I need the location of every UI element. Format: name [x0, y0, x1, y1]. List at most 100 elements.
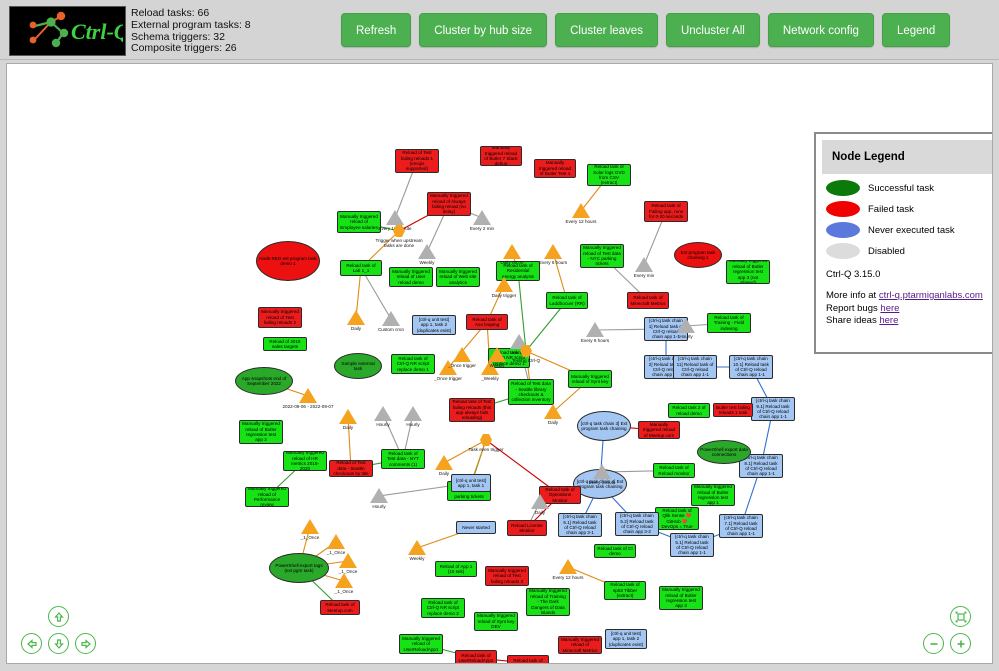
graph-node[interactable]: [ctrl-q unit test] app 1, task 1: [451, 474, 491, 492]
cluster-leaves-button[interactable]: Cluster leaves: [555, 13, 658, 47]
graph-node[interactable]: Manually triggered reload of Butler regr…: [659, 586, 703, 610]
graph-trigger[interactable]: [374, 406, 392, 421]
zoom-in-button[interactable]: [950, 633, 971, 654]
graph-node[interactable]: Manually triggered reload of Minecraft M…: [558, 636, 602, 654]
graph-trigger[interactable]: [347, 310, 365, 325]
graph-node[interactable]: Reload of 2016 sales targets: [263, 337, 307, 351]
graph-node[interactable]: Reload task of Qlik Sense ❤️ GitHub ❤️ D…: [655, 507, 699, 530]
pan-up-button[interactable]: [48, 606, 69, 627]
zoom-out-button[interactable]: [923, 633, 944, 654]
graph-node[interactable]: Sample external task: [334, 353, 382, 379]
graph-node[interactable]: Reload task 2 of reload demo: [668, 403, 710, 418]
graph-node[interactable]: Manually triggered reload of Butler regr…: [691, 484, 735, 506]
graph-node[interactable]: Manually triggered reload of Performance…: [245, 487, 289, 507]
graph-trigger[interactable]: [593, 464, 611, 479]
legend-button[interactable]: Legend: [881, 13, 951, 47]
graph-node[interactable]: [ctrl-q task chain 5.1] Reload task of C…: [670, 533, 714, 557]
graph-trigger[interactable]: [339, 553, 357, 568]
graph-node[interactable]: Manually triggered reload of Butler regr…: [726, 260, 770, 284]
more-info-link[interactable]: ctrl-q.ptarmiganlabs.com: [879, 290, 983, 301]
graph-trigger[interactable]: [339, 409, 357, 424]
graph-node[interactable]: [ctrl-q task chain 5.1] Reload task of C…: [558, 513, 602, 537]
uncluster-all-button[interactable]: Uncluster All: [665, 13, 760, 47]
graph-node[interactable]: Reload task of Training - Field indexing: [707, 313, 751, 333]
graph-node[interactable]: Manually triggered reload of Test failin…: [258, 307, 302, 328]
graph-node[interactable]: Butler test failing reloads 1 task: [713, 403, 753, 417]
graph-node[interactable]: Manually triggered reload of UserReloadA…: [399, 634, 443, 654]
network-config-button[interactable]: Network config: [767, 13, 874, 47]
graph-trigger[interactable]: [635, 257, 653, 272]
graph-node[interactable]: [ctrl-q task chain 9.1] Reload task of C…: [751, 397, 795, 421]
graph-node[interactable]: Reload task of Laddbocuer (RR): [546, 292, 588, 309]
graph-node[interactable]: App snapshots end of September 2022: [235, 367, 293, 395]
graph-node[interactable]: Reload task of Meetup.com: [320, 600, 360, 615]
graph-node[interactable]: PowerShell export tags (ext pgm task): [269, 553, 329, 583]
graph-trigger[interactable]: [453, 347, 471, 362]
graph-node[interactable]: Reload task of sp53 Tibber (extract): [604, 581, 646, 600]
graph-trigger[interactable]: [435, 455, 453, 470]
graph-node[interactable]: Reload task of Test data - NYT comments …: [381, 449, 425, 469]
graph-node[interactable]: Reload task of Aoo leaping: [466, 314, 508, 330]
graph-node[interactable]: Reload task of Reload monitor: [653, 463, 695, 478]
graph-node[interactable]: Manually triggered reload of HR metrics …: [283, 451, 327, 471]
graph-trigger[interactable]: [495, 277, 513, 292]
graph-trigger[interactable]: [544, 244, 562, 259]
graph-node[interactable]: Manually triggered reload of Training - …: [526, 588, 570, 616]
pan-down-button[interactable]: [48, 633, 69, 654]
graph-node[interactable]: Manually triggered reload of User reload…: [389, 267, 433, 287]
graph-node[interactable]: Manually triggered reload of Synt key DE…: [474, 612, 518, 631]
graph-node[interactable]: Reload task of CI demo: [594, 544, 636, 558]
graph-node[interactable]: Reload of App 1 (10 sek): [435, 561, 477, 577]
graph-node[interactable]: Manually triggered reload of Meetup.com: [638, 421, 680, 439]
graph-node[interactable]: Manually triggered reload of Butler 7 Sl…: [480, 146, 522, 166]
graph-node[interactable]: Reload task of UserReloadApp2: [455, 650, 497, 663]
graph-node[interactable]: Ext program task chaining 1: [674, 242, 722, 268]
graph-trigger[interactable]: [404, 406, 422, 421]
graph-node[interactable]: [ctrl-q task chain 7.1] Reload task of C…: [719, 514, 763, 538]
graph-node[interactable]: Manually triggered reload of Butler Test…: [534, 159, 576, 178]
graph-node[interactable]: Never started: [456, 521, 496, 534]
graph-node[interactable]: [ctrl-q task chain 10.1] Reload task of …: [729, 355, 773, 379]
graph-trigger[interactable]: [370, 488, 388, 503]
graph-trigger[interactable]: [473, 210, 491, 225]
cluster-by-hub-size-button[interactable]: Cluster by hub size: [419, 13, 548, 47]
pan-left-button[interactable]: [21, 633, 42, 654]
graph-trigger[interactable]: [544, 404, 562, 419]
graph-node[interactable]: Manually triggered reload of Synt key: [568, 370, 612, 388]
graph-node[interactable]: Reload of Test data - Seattle checkouts …: [329, 460, 373, 477]
graph-node[interactable]: [ctrl-q task chain 11] Reload task of Ct…: [673, 355, 717, 379]
graph-trigger[interactable]: [677, 318, 695, 333]
graph-node[interactable]: Manually triggered reload of Butler regr…: [239, 420, 283, 444]
graph-trigger[interactable]: [327, 534, 345, 549]
graph-trigger[interactable]: [382, 311, 400, 326]
report-bugs-link[interactable]: here: [880, 303, 899, 314]
graph-node[interactable]: Node RED ext program task demo 1: [256, 241, 320, 281]
graph-trigger[interactable]: [408, 540, 426, 555]
refresh-button[interactable]: Refresh: [341, 13, 412, 47]
network-canvas[interactable]: Reload of Test failing reloads 1 (emojis…: [6, 63, 993, 664]
graph-node[interactable]: [ctrl-q task chain 3] Ext program task c…: [577, 411, 631, 441]
graph-node[interactable]: Manually triggered reload of Web site an…: [436, 267, 480, 287]
pan-right-button[interactable]: [75, 633, 96, 654]
fit-to-screen-button[interactable]: [950, 606, 971, 627]
graph-node[interactable]: Reload task of UserReloadApp3: [507, 655, 549, 663]
graph-node[interactable]: Reload License Monitor: [507, 520, 547, 536]
graph-node[interactable]: Reload of Test data - Seattle library ch…: [508, 379, 554, 405]
graph-node[interactable]: PowerShell export data connections: [697, 440, 751, 464]
graph-node[interactable]: [ctrl-q unit test] app 1, task 2 (duplic…: [605, 629, 647, 649]
graph-node[interactable]: [ctrl-q unit test] app 1, task 2 (duplic…: [412, 315, 456, 335]
graph-node[interactable]: Manually triggered reload of Always fail…: [427, 192, 471, 216]
graph-trigger[interactable]: [586, 322, 604, 337]
graph-node[interactable]: Reload task of Solar logs GVD from CSV (…: [587, 164, 631, 186]
graph-trigger[interactable]: [531, 494, 549, 509]
graph-trigger[interactable]: [301, 519, 319, 534]
graph-node[interactable]: Reload task of Lab 1_1: [340, 260, 382, 276]
graph-node[interactable]: Manually triggered reload of Test data -…: [580, 244, 624, 268]
graph-trigger[interactable]: [572, 203, 590, 218]
share-ideas-link[interactable]: here: [879, 315, 898, 326]
graph-node[interactable]: Reload task of Minecraft Metrics: [627, 292, 669, 309]
graph-node[interactable]: Reload task of Ctrl-Q NR script replace …: [421, 598, 465, 618]
graph-node[interactable]: [ctrl-q task chain 5.2] Reload task of C…: [615, 512, 659, 536]
graph-node[interactable]: Manually triggered reload of Test failin…: [485, 566, 529, 586]
graph-trigger[interactable]: [386, 210, 404, 225]
